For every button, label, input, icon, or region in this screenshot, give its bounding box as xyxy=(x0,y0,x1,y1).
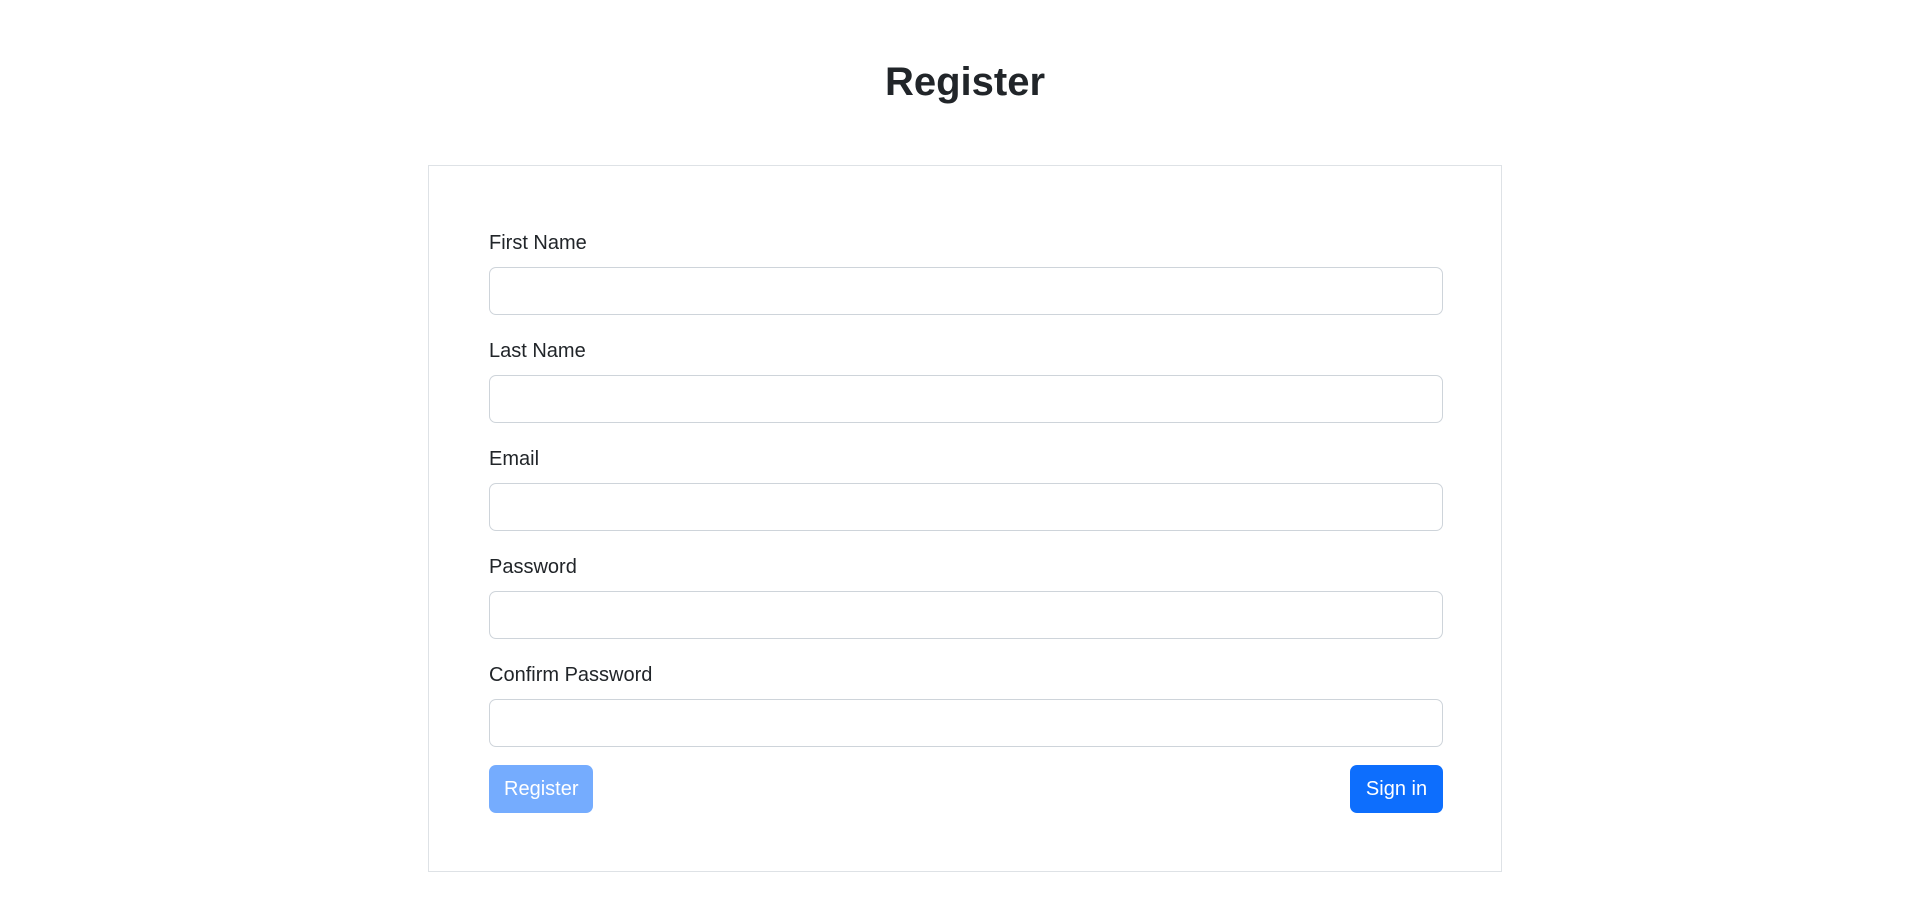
first-name-input[interactable] xyxy=(489,267,1443,315)
email-label: Email xyxy=(489,448,540,470)
last-name-label: Last Name xyxy=(489,340,586,362)
sign-in-button[interactable]: Sign in xyxy=(1350,765,1443,813)
confirm-password-label: Confirm Password xyxy=(489,664,653,686)
first-name-label: First Name xyxy=(489,232,587,254)
confirm-password-input[interactable] xyxy=(489,699,1443,747)
password-label: Password xyxy=(489,556,577,578)
register-button[interactable]: Register xyxy=(489,765,593,813)
page-title: Register xyxy=(884,60,1046,104)
register-form-card: First Name Last Name Email Password Conf… xyxy=(428,165,1502,872)
email-input[interactable] xyxy=(489,483,1443,531)
last-name-input[interactable] xyxy=(489,375,1443,423)
password-input[interactable] xyxy=(489,591,1443,639)
